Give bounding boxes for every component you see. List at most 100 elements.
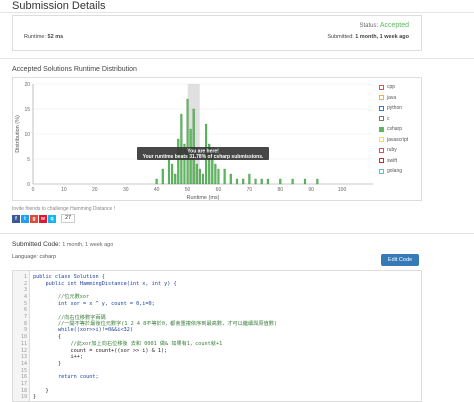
legend-label: swift — [387, 157, 397, 164]
legend-item-c[interactable]: c — [379, 114, 419, 125]
x-tick-label: 60 — [216, 187, 222, 193]
runtime-value: 52 ms — [47, 34, 64, 40]
bar — [291, 178, 294, 185]
bar — [223, 168, 226, 185]
submitted-label: Submitted: — [327, 34, 354, 40]
line-number: 19 — [20, 394, 27, 401]
x-axis-label: Runtime (ms) — [186, 195, 219, 200]
submission-details-panel: Status: Accepted Runtime: 52 ms Submitte… — [12, 15, 422, 51]
bar — [248, 173, 251, 185]
bar — [177, 138, 180, 185]
legend-item-javascript[interactable]: javascript — [379, 135, 419, 146]
bar — [161, 168, 164, 185]
legend-checkbox[interactable] — [379, 105, 384, 111]
language-label: Language: — [12, 254, 38, 260]
x-tick-label: 50 — [185, 187, 191, 193]
legend-checkbox[interactable] — [379, 137, 384, 143]
legend-checkbox[interactable] — [379, 147, 384, 153]
twitter-share-icon[interactable]: t — [21, 214, 29, 223]
runtime-line: Runtime: 52 ms — [24, 34, 63, 40]
bar — [171, 163, 174, 185]
x-tick-label: 40 — [154, 187, 160, 193]
bar — [254, 178, 257, 185]
bar — [229, 173, 232, 185]
share-count: 27 — [61, 214, 76, 223]
status-value: Accepted — [379, 22, 409, 29]
title-divider — [0, 12, 474, 13]
runtime-distribution-chart[interactable]: 0 5 10 15 20 0 10 20 30 40 50 60 70 80 90 100 Runtime (m… — [12, 77, 422, 201]
facebook-share-icon[interactable]: f — [12, 214, 20, 223]
bar — [303, 178, 307, 185]
bar — [155, 178, 158, 185]
legend-item-cpp[interactable]: cpp — [379, 82, 419, 93]
legend-checkbox[interactable] — [379, 84, 384, 90]
legend-label: c — [387, 115, 390, 122]
chart-section-title: Accepted Solutions Runtime Distribution — [12, 66, 137, 73]
bar — [174, 173, 177, 185]
legend-item-swift[interactable]: swift — [379, 156, 419, 167]
legend-checkbox[interactable] — [379, 116, 384, 122]
x-tick-label: 30 — [123, 187, 129, 193]
legend-item-golang[interactable]: golang — [379, 166, 419, 177]
legend-item-python[interactable]: python — [379, 103, 419, 114]
invite-text: Invite friends to challenge Hamming Dist… — [12, 206, 116, 212]
x-tick-label: 80 — [277, 187, 283, 193]
x-tick-label: 20 — [92, 187, 98, 193]
legend-checkbox[interactable] — [379, 158, 384, 164]
bar — [260, 178, 263, 185]
bar — [186, 98, 189, 185]
code-heading-label: Submitted Code: — [12, 241, 61, 248]
qq-share-icon[interactable]: q — [48, 214, 56, 223]
y-tick-label: 15 — [24, 107, 30, 113]
legend-label: python — [387, 105, 403, 112]
legend-label: java — [387, 94, 397, 101]
bar — [266, 178, 269, 185]
bar — [195, 163, 198, 185]
y-tick-label: 5 — [27, 157, 30, 163]
legend-item-csharp[interactable]: csharp — [379, 124, 419, 135]
y-tick-label: 0 — [27, 182, 30, 188]
y-tick-label: 10 — [24, 132, 30, 138]
page-title: Submission Details — [12, 0, 106, 12]
legend-item-java[interactable]: java — [379, 93, 419, 104]
x-tick-label: 10 — [61, 187, 67, 193]
legend-label: csharp — [387, 126, 403, 133]
legend-label: javascript — [387, 136, 409, 143]
legend-label: cpp — [387, 84, 396, 91]
code-heading-meta: 1 month, 1 week ago — [62, 242, 114, 248]
share-buttons: f t g w q 27 — [12, 214, 76, 223]
legend-checkbox[interactable] — [379, 95, 384, 101]
x-tick-label: 70 — [247, 187, 253, 193]
bar — [217, 168, 220, 185]
legend-checkbox[interactable] — [379, 126, 384, 132]
bar — [235, 178, 239, 185]
edit-code-button[interactable]: Edit Code — [381, 254, 419, 266]
legend-label: golang — [387, 168, 403, 175]
bar — [192, 108, 195, 185]
code-line: 19} — [13, 394, 421, 401]
google-plus-share-icon[interactable]: g — [30, 214, 38, 223]
language-value: csharp — [39, 254, 57, 260]
x-tick-label: 100 — [338, 187, 347, 193]
legend-label: ruby — [387, 147, 397, 154]
submitted-line: Submitted: 1 month, 1 week ago — [327, 34, 409, 40]
code-text: } — [33, 394, 37, 401]
status-label: Status: — [359, 23, 379, 29]
tooltip-line2: Your runtime beats 31.78% of csharp subm… — [143, 154, 264, 160]
language-line: Language: csharp — [12, 254, 56, 260]
code-divider — [0, 233, 474, 234]
status-line: Status: Accepted — [359, 22, 409, 29]
code-editor[interactable]: 1 public class Solution {2 public int Ham… — [12, 270, 422, 402]
chart-legend: cpp java python c csharp javascript ruby swift g… — [379, 82, 419, 177]
x-tick-label: 0 — [32, 187, 35, 193]
legend-checkbox[interactable] — [379, 168, 384, 174]
weibo-share-icon[interactable]: w — [39, 214, 47, 223]
section-divider — [0, 58, 474, 59]
bar — [242, 178, 245, 185]
chart-svg: 0 5 10 15 20 0 10 20 30 40 50 60 70 80 90 100 Runtime (m… — [15, 82, 373, 200]
bar — [201, 173, 205, 185]
legend-item-ruby[interactable]: ruby — [379, 145, 419, 156]
bar — [214, 163, 217, 185]
submitted-code-heading: Submitted Code: 1 month, 1 week ago — [12, 241, 113, 248]
y-axis-label: Distribution (%) — [15, 115, 21, 153]
